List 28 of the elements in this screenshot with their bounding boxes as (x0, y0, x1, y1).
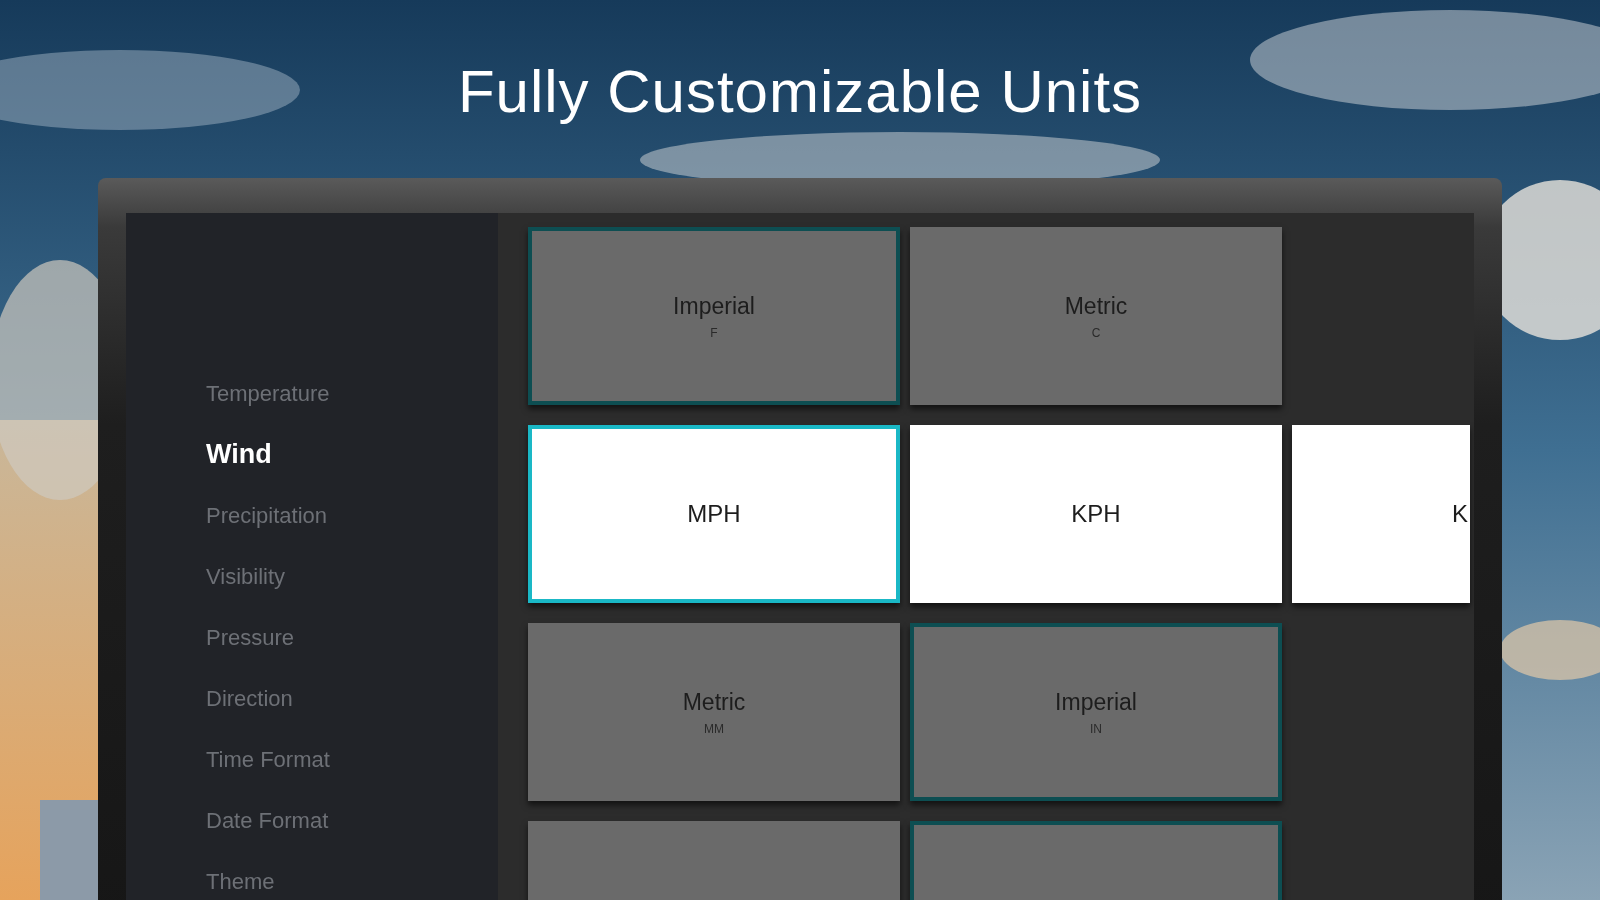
unit-option[interactable]: Metric C (910, 227, 1282, 405)
option-unit: C (1091, 325, 1101, 340)
sidebar-item[interactable]: Precipitation (206, 485, 328, 546)
unit-option[interactable]: Imperial IN (910, 623, 1282, 801)
sidebar-item[interactable]: Theme (206, 851, 275, 900)
sidebar-item[interactable]: Time Format (206, 729, 330, 790)
option-label: MPH (687, 500, 741, 528)
option-label: Metric (682, 688, 746, 716)
option-unit: F (710, 325, 718, 340)
sidebar-item[interactable]: Direction (206, 668, 293, 729)
unit-option[interactable]: Metric MM (528, 623, 900, 801)
option-unit: IN (1090, 721, 1102, 736)
sidebar-item[interactable]: Pressure (206, 607, 295, 668)
headline: Fully Customizable Units (456, 57, 1144, 127)
unit-option[interactable]: Imperial F (528, 227, 900, 405)
sidebar-item[interactable]: Visibility (206, 546, 286, 607)
sidebar-item[interactable]: Wind (206, 424, 272, 485)
unit-option[interactable]: MPH (528, 425, 900, 603)
sidebar-item[interactable]: Date Format (206, 790, 329, 851)
option-label: Imperial (1055, 688, 1137, 716)
sidebar-item[interactable]: Temperature (206, 363, 330, 424)
option-label: K (1452, 500, 1468, 528)
unit-option[interactable]: KPH (910, 425, 1282, 603)
option-label: Metric (1064, 292, 1128, 320)
unit-option[interactable]: K (1292, 425, 1470, 603)
option-unit: MM (704, 721, 724, 736)
option-label: KPH (1071, 500, 1121, 528)
option-label: Imperial (673, 292, 755, 320)
